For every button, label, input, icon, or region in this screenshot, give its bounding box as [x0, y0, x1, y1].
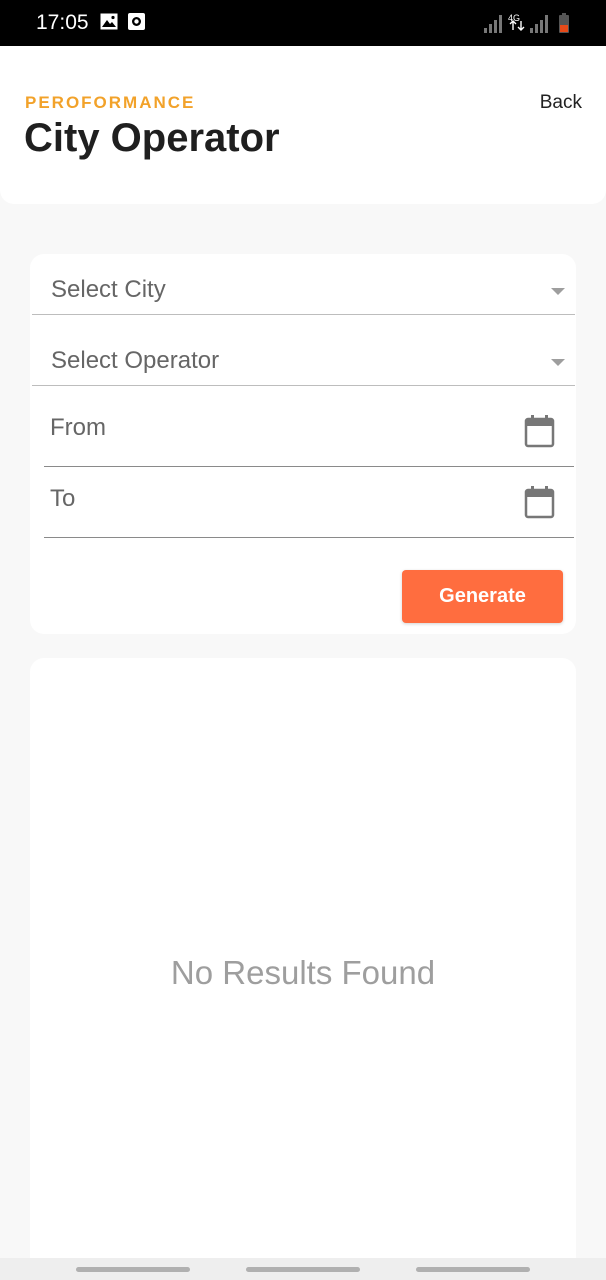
- record-icon: [128, 13, 145, 35]
- from-date-label: From: [50, 414, 106, 441]
- chevron-down-icon: [551, 288, 565, 295]
- gallery-icon: [100, 13, 118, 35]
- to-date-label: To: [50, 485, 76, 512]
- nav-home-button[interactable]: [246, 1267, 360, 1272]
- operator-select[interactable]: Select Operator: [32, 325, 575, 386]
- chevron-down-icon: [551, 359, 565, 366]
- page-kicker: PEROFORMANCE: [25, 93, 196, 112]
- city-select-placeholder: Select City: [51, 276, 166, 303]
- nav-recents-button[interactable]: [76, 1267, 190, 1272]
- calendar-icon[interactable]: [524, 486, 555, 524]
- header: PEROFORMANCE City Operator Back: [0, 46, 606, 204]
- system-nav-bar: [0, 1258, 606, 1280]
- page-title: City Operator: [24, 116, 280, 160]
- empty-state-message: No Results Found: [170, 954, 436, 991]
- generate-button[interactable]: Generate: [402, 570, 563, 623]
- status-indicators: 4G: [484, 12, 574, 34]
- status-bar: 17:05 4G: [0, 0, 606, 46]
- status-time: 17:05: [36, 11, 89, 34]
- from-date-field[interactable]: From: [44, 396, 574, 467]
- signal-icon: 4G: [484, 13, 569, 33]
- back-button[interactable]: Back: [540, 92, 582, 114]
- nav-back-button[interactable]: [416, 1267, 530, 1272]
- calendar-icon[interactable]: [524, 415, 555, 453]
- filter-form: Select City Select Operator From To Gene…: [30, 254, 576, 634]
- results-panel: No Results Found: [30, 658, 576, 1258]
- to-date-field[interactable]: To: [44, 467, 574, 538]
- city-select[interactable]: Select City: [32, 254, 575, 315]
- operator-select-placeholder: Select Operator: [51, 347, 220, 374]
